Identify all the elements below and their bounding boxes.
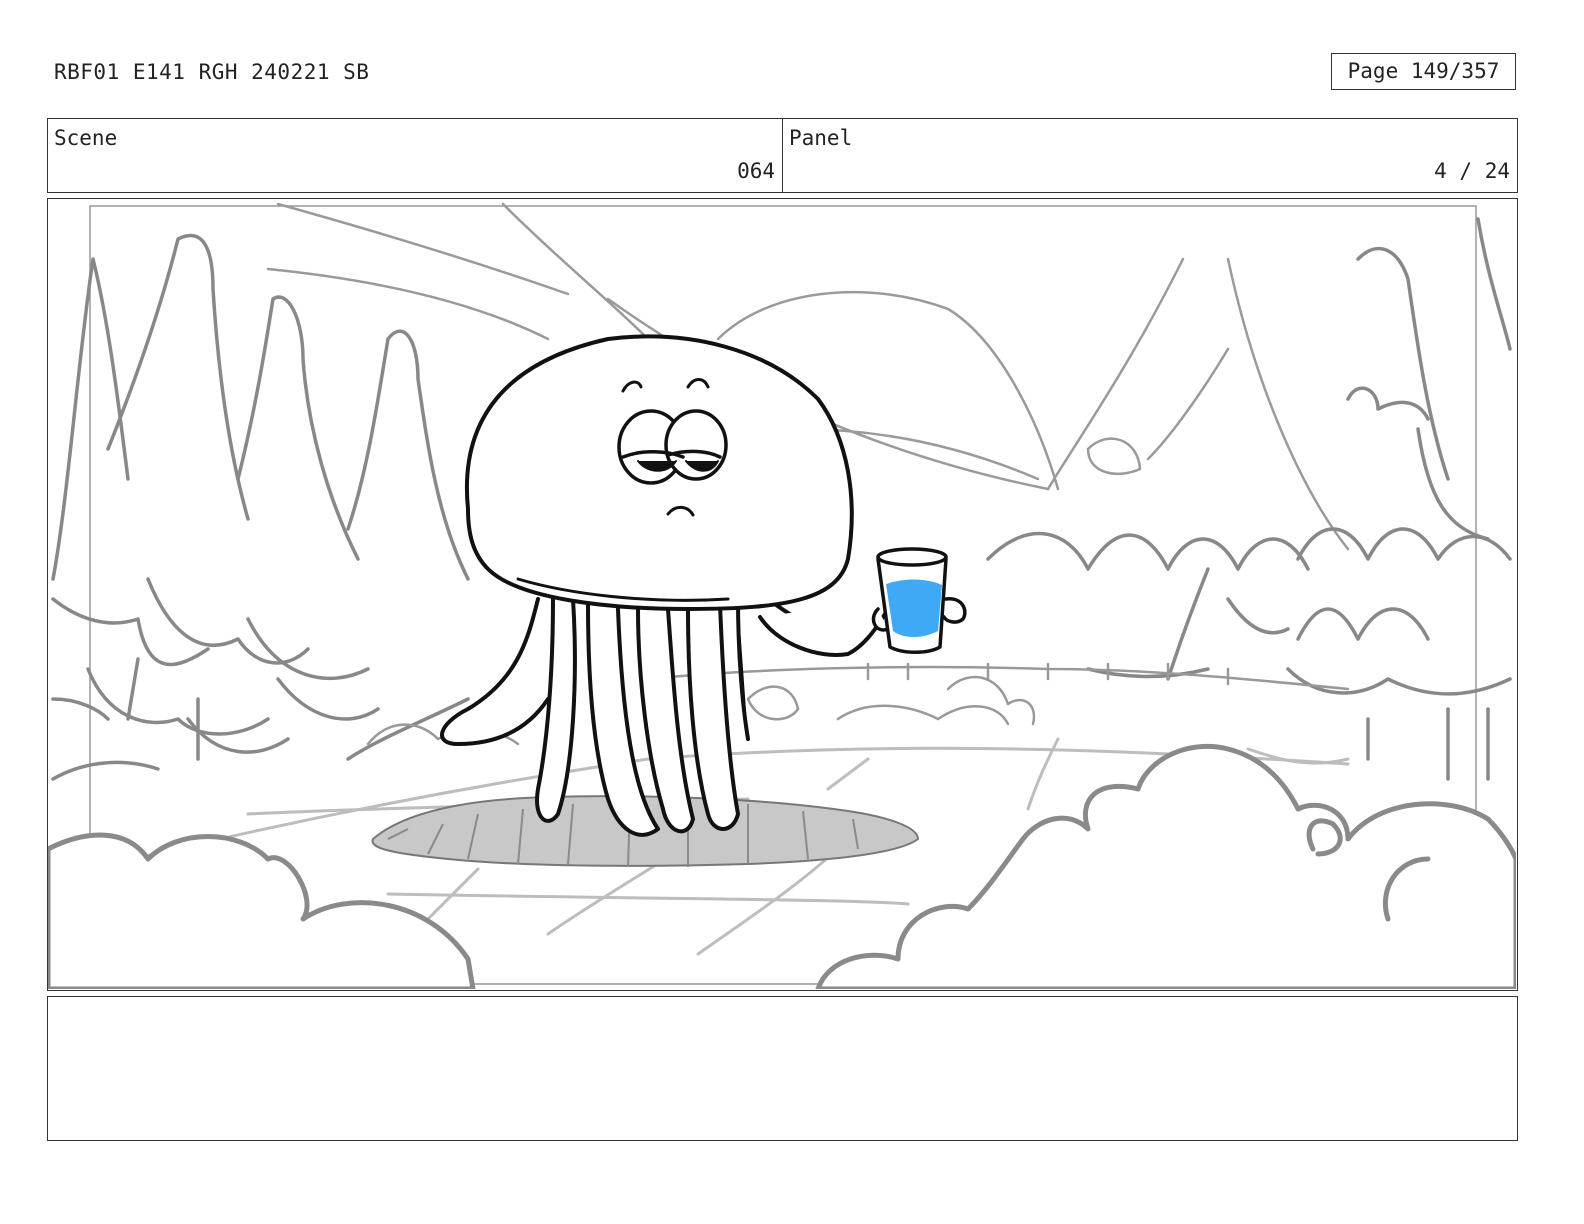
page-number: Page 149/357 (1331, 53, 1516, 90)
scene-number: 064 (737, 159, 775, 183)
document-id: RBF01 E141 RGH 240221 SB (54, 60, 370, 84)
panel-number: 4 / 24 (1434, 159, 1510, 183)
panel-label: Panel (789, 126, 853, 150)
storyboard-drawing (48, 202, 1516, 989)
foreground-bushes (48, 743, 1516, 989)
storyboard-panel (47, 198, 1518, 991)
scene-panel-info: Scene 064 Panel 4 / 24 (47, 118, 1518, 193)
jellyfish-character (440, 334, 895, 837)
scene-cell: Scene 064 (48, 119, 782, 192)
right-trees (986, 217, 1512, 781)
scene-label: Scene (54, 126, 118, 150)
left-trees (51, 233, 470, 781)
panel-notes (47, 996, 1518, 1141)
water-cup-icon (876, 547, 967, 654)
panel-cell: Panel 4 / 24 (782, 119, 1517, 192)
